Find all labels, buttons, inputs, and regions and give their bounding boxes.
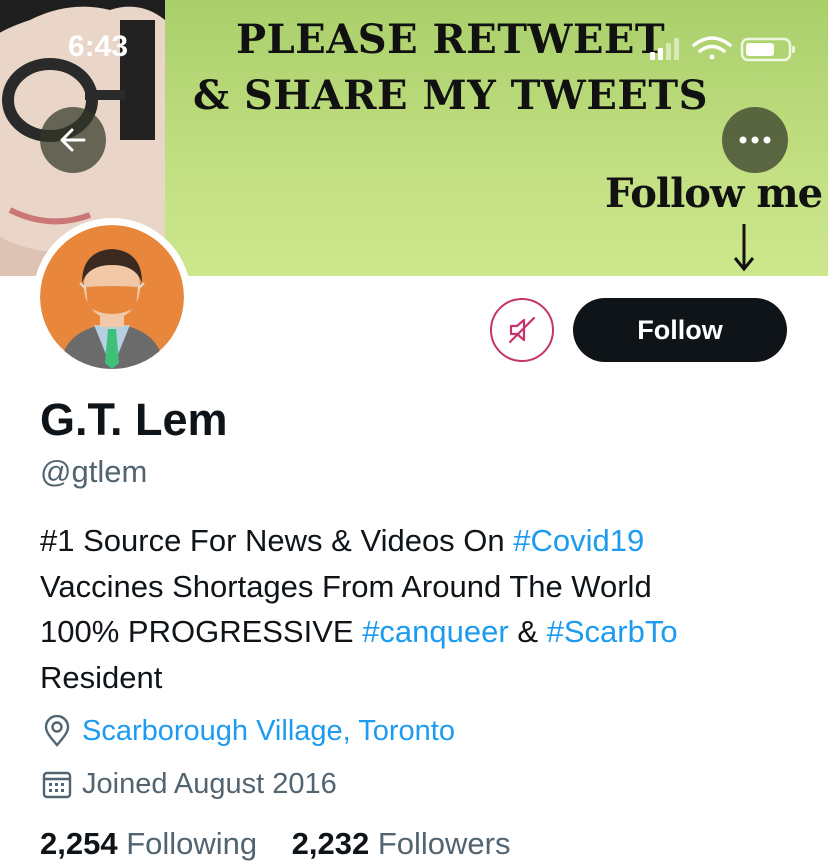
status-time: 6:43 — [68, 30, 129, 63]
follow-button[interactable]: Follow — [573, 298, 787, 362]
bio-line: 100% PROGRESSIVE #canqueer & #ScarbTo — [40, 609, 800, 655]
banner-line-1: PLEASE RETWEET — [236, 16, 666, 63]
followers-count: 2,232 — [291, 826, 370, 861]
profile-handle: @gtlem — [40, 454, 148, 489]
following-count: 2,254 — [40, 826, 118, 861]
wifi-icon — [692, 36, 732, 60]
notifications-button[interactable] — [490, 298, 554, 362]
profile-joined: Joined August 2016 — [40, 767, 337, 801]
hashtag-link[interactable]: #Covid19 — [513, 523, 644, 558]
followers-label: Followers — [377, 826, 511, 861]
bio-line: #1 Source For News & Videos On #Covid19 — [40, 518, 800, 564]
banner-arrow-down-icon — [733, 224, 755, 272]
location-text[interactable]: Scarborough Village, Toronto — [82, 715, 455, 748]
profile-name: G.T. Lem — [40, 394, 228, 445]
profile-bio: #1 Source For News & Videos On #Covid19 V… — [40, 518, 800, 700]
banner-follow-me: Follow me — [605, 170, 823, 217]
bio-text: #1 Source For News & Videos On — [40, 523, 514, 558]
hashtag-link[interactable]: #canqueer — [362, 614, 509, 649]
bio-line: Vaccines Shortages From Around The World — [40, 564, 800, 610]
bio-text: Vaccines Shortages From Around The World — [40, 568, 652, 604]
joined-text: Joined August 2016 — [82, 767, 337, 800]
bio-line: Resident — [40, 655, 800, 701]
bio-text: Resident — [40, 659, 163, 695]
battery-icon — [740, 37, 795, 62]
location-pin-icon — [40, 714, 74, 748]
avatar-image — [40, 225, 184, 369]
banner-line-2: & SHARE MY TWEETS — [193, 72, 708, 119]
hashtag-link[interactable]: #ScarbTo — [547, 614, 678, 649]
followers-link[interactable]: 2,232 Followers — [292, 826, 511, 861]
profile-counts: 2,254 Following 2,232 Followers — [40, 826, 510, 862]
calendar-icon — [40, 767, 74, 801]
more-horizontal-icon — [739, 136, 771, 144]
following-link[interactable]: 2,254 Following — [40, 826, 257, 861]
bio-text: & — [508, 614, 547, 649]
profile-location[interactable]: Scarborough Village, Toronto — [40, 714, 455, 748]
avatar[interactable] — [33, 218, 191, 376]
back-button[interactable] — [40, 107, 106, 173]
following-label: Following — [126, 826, 258, 861]
bell-muted-icon — [508, 316, 536, 344]
signal-icon — [650, 38, 679, 60]
bio-text: 100% PROGRESSIVE — [40, 614, 363, 649]
arrow-left-icon — [60, 128, 86, 152]
status-icons — [650, 36, 795, 62]
more-options-button[interactable] — [722, 107, 788, 173]
